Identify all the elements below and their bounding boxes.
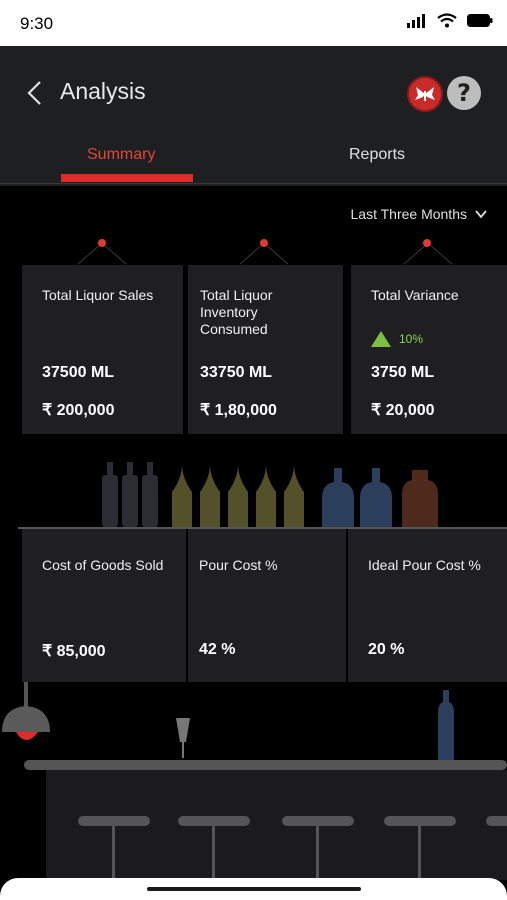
card-pin (98, 239, 106, 247)
metric-card-total-variance[interactable]: Total Variance 10% 3750 ML ₹ 20,000 (351, 265, 507, 434)
metric-card-pour-cost[interactable]: Pour Cost % 42 % (188, 529, 346, 682)
chevron-left-icon (27, 81, 41, 105)
chevron-down-icon (475, 209, 487, 218)
metric-amount: ₹ 1,80,000 (200, 402, 277, 419)
brand-logo-button[interactable] (407, 76, 443, 112)
metric-amount: ₹ 200,000 (42, 402, 115, 419)
tab-reports[interactable]: Reports (349, 146, 405, 164)
app-header: Analysis ? Summary Reports (0, 46, 507, 186)
status-bar: 9:30 (0, 0, 507, 46)
metric-label: Cost of Goods Sold (42, 557, 164, 573)
status-time: 9:30 (20, 14, 54, 33)
card-pin (260, 239, 268, 247)
metric-volume: 37500 ML (42, 364, 115, 381)
card-pin (423, 239, 431, 247)
tab-summary[interactable]: Summary (87, 146, 155, 164)
metric-label: Total Liquor Inventory Consumed (200, 287, 273, 337)
metric-label: Pour Cost % (199, 557, 278, 573)
metric-volume: 3750 ML (371, 364, 435, 381)
metric-label: Total Variance (371, 287, 459, 303)
signal-icon (407, 13, 425, 28)
back-button[interactable] (24, 80, 46, 106)
metric-card-ideal-pour-cost[interactable]: Ideal Pour Cost % 20 % (348, 529, 507, 682)
wifi-icon (437, 13, 457, 28)
metric-label: Ideal Pour Cost % (368, 557, 481, 573)
metric-label: Total Liquor Sales (42, 287, 154, 303)
brand-logo-icon (415, 87, 435, 101)
metric-value: 42 % (199, 641, 236, 658)
page-title: Analysis (60, 78, 146, 104)
period-label: Last Three Months (350, 206, 467, 222)
status-icons (407, 13, 493, 28)
metric-card-total-liquor-sales[interactable]: Total Liquor Sales 37500 ML ₹ 200,000 (22, 265, 183, 434)
period-dropdown[interactable]: Last Three Months (351, 206, 487, 222)
variance-trend: 10% (371, 331, 423, 347)
help-icon: ? (457, 79, 471, 107)
help-button[interactable]: ? (447, 76, 481, 110)
trend-value: 10% (399, 332, 424, 346)
metric-card-cogs[interactable]: Cost of Goods Sold ₹ 85,000 (22, 529, 186, 682)
metric-amount: ₹ 20,000 (371, 402, 435, 419)
metric-value: 20 % (368, 641, 405, 658)
battery-icon (467, 14, 493, 27)
metric-card-inventory-consumed[interactable]: Total Liquor Inventory Consumed 33750 ML… (188, 265, 343, 434)
metric-value: ₹ 85,000 (42, 643, 106, 660)
active-tab-indicator (61, 174, 193, 182)
home-indicator[interactable] (147, 887, 361, 891)
header-divider (0, 183, 507, 184)
metric-volume: 33750 ML (200, 364, 273, 381)
triangle-up-icon (371, 331, 391, 347)
